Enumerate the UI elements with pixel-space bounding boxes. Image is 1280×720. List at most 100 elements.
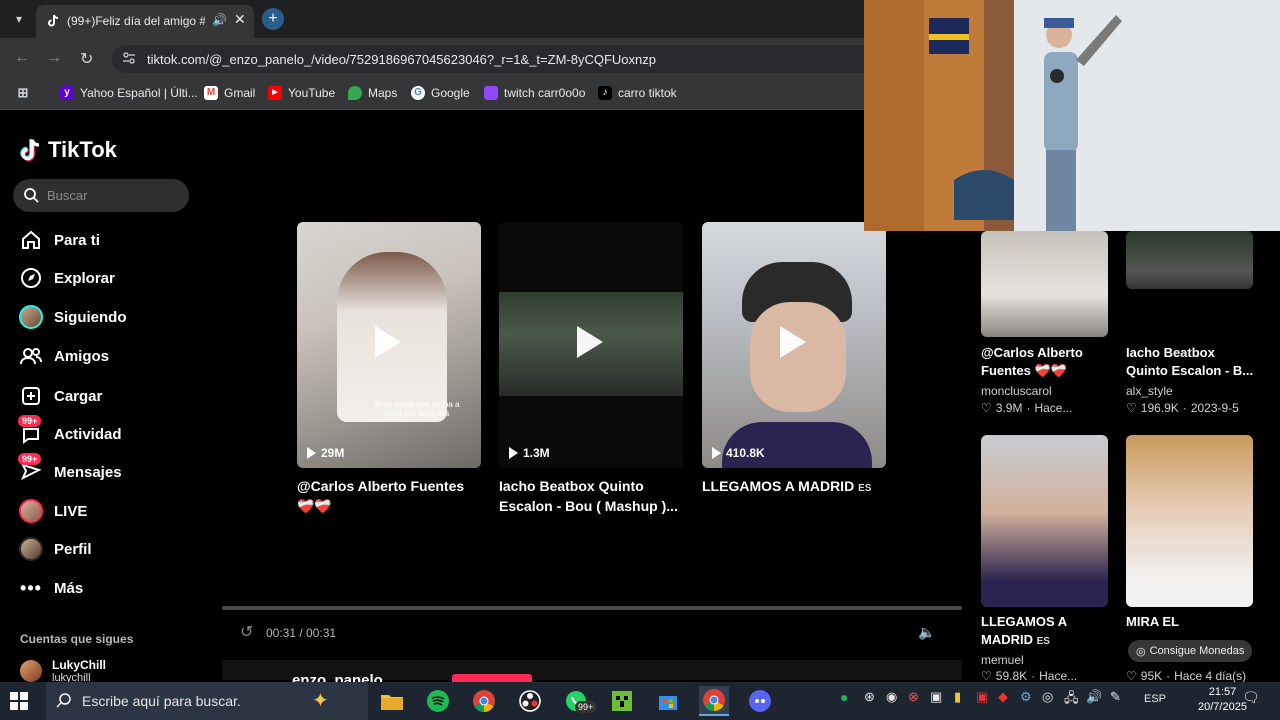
volume-icon[interactable]: 🔈 [918,624,935,641]
heart-icon: ♡ [981,669,992,683]
video-caption[interactable]: Iacho Beatbox Quinto Escalon - Bou ( Mas… [499,476,683,516]
pen-icon[interactable]: ✎ [1110,689,1121,705]
nav-live[interactable]: LIVE [18,497,198,525]
bookmark-gmail[interactable]: M Gmail [204,86,255,100]
play-icon[interactable] [375,326,401,358]
volume-tray-icon[interactable]: 🔊 [1086,689,1102,705]
discord-icon[interactable] [745,686,775,716]
bookmark-twitch[interactable]: twitch carr0o0o [484,86,585,100]
nav-cargar[interactable]: Cargar [18,382,198,410]
more-icon: ••• [20,577,42,598]
nav-mas[interactable]: ••• Más [18,574,198,602]
nav-explorar[interactable]: Explorar [18,264,198,292]
app-tray-icon[interactable]: ▣ [976,689,988,705]
close-tab-icon[interactable]: ✕ [234,11,246,28]
related-video-user[interactable]: moncluscarol [981,384,1052,398]
discord-tray-icon[interactable]: ◉ [886,689,897,705]
language-tag: ES [1036,636,1050,647]
obs-icon[interactable] [515,686,545,716]
related-video-title[interactable]: LLEGAMOS A MADRID ES [981,613,1101,651]
openai-tray-icon[interactable]: ⊛ [864,689,875,705]
bookmark-maps[interactable]: Maps [348,86,397,100]
taskbar-search-input[interactable]: Escribe aquí para buscar. ✦ [46,682,368,720]
app-tray-icon[interactable]: ⊗ [908,689,919,705]
related-video-title[interactable]: Iacho Beatbox Quinto Escalon - B... [1126,344,1256,380]
network-icon[interactable]: 🖧 [1064,689,1079,711]
maps-icon [348,86,362,100]
bookmark-carro-tiktok[interactable]: ♪ carro tiktok [598,86,677,100]
app-tray-icon[interactable]: ◎ [1042,689,1053,705]
url-text: tiktok.com/@_enzo_panelo_/video/75291869… [147,52,656,67]
apps-grid-icon[interactable]: ⊞ [16,86,30,100]
app-tray-icon[interactable]: ▮ [954,689,961,705]
notifications-icon[interactable]: 🗨 [1242,689,1260,706]
related-video-user[interactable]: memuel [981,653,1024,667]
nav-amigos[interactable]: Amigos [18,342,198,370]
tab-title: (99+)Feliz día del amigo #m [67,14,205,28]
spotify-tray-icon[interactable]: ● [840,689,848,705]
avatar [20,660,42,682]
nav-actividad[interactable]: 99+ Actividad [18,415,198,448]
play-icon[interactable] [577,326,603,358]
play-count-icon [509,447,518,459]
play-icon[interactable] [780,326,806,358]
video-card[interactable]: 1.3M [499,222,683,468]
nav-para-ti[interactable]: Para ti [18,226,198,254]
app-tray-icon[interactable]: ◆ [998,689,1008,705]
spotify-icon[interactable] [423,686,453,716]
reload-icon[interactable]: ↻ [80,49,93,69]
related-video-meta: ♡ 3.9M · Hace... [981,401,1073,415]
new-tab-button[interactable]: + [262,8,284,30]
replay-icon[interactable]: ↺ [240,622,253,642]
minecraft-icon[interactable] [607,686,637,716]
nav-perfil[interactable]: Perfil [18,535,198,563]
related-video-thumbnail[interactable] [981,231,1108,337]
file-explorer-icon[interactable] [377,686,407,716]
sparkle-icon[interactable]: ✦ [312,688,329,713]
related-video-thumbnail[interactable] [1126,435,1253,607]
speaker-icon[interactable]: 🔊 [212,13,227,27]
whatsapp-icon[interactable]: 99+ [561,686,597,716]
video-caption[interactable]: LLEGAMOS A MADRID ES [702,476,886,499]
address-bar[interactable]: tiktok.com/@_enzo_panelo_/video/75291869… [112,45,864,73]
view-count: 1.3M [509,446,550,460]
microsoft-store-icon[interactable] [653,686,683,716]
settings-tray-icon[interactable]: ⚙ [1020,689,1032,705]
get-coins-button[interactable]: ◎ Consigue Monedas [1128,640,1253,662]
nav-mensajes[interactable]: 99+ Mensajes [18,453,198,486]
related-video-thumbnail[interactable] [981,435,1108,607]
system-clock[interactable]: 21:57 20/7/2025 [1198,685,1247,715]
search-input[interactable]: Buscar [13,179,189,212]
video-card[interactable]: 410.8K [702,222,886,468]
language-indicator[interactable]: ESP [1144,693,1166,705]
video-card[interactable]: él no sabía que yo iba a venir por sorpr… [297,222,481,468]
bookmark-yahoo[interactable]: y Yahoo Español | Últi... [60,86,198,100]
related-video-thumbnail[interactable] [1126,231,1253,289]
bookmark-youtube[interactable]: ▶ YouTube [268,86,335,100]
bookmarks-bar: ⊞ y Yahoo Español | Últi... M Gmail ▶ YouTu… [0,78,864,110]
windows-start-icon[interactable] [10,692,28,710]
heart-icon: ♡ [1126,669,1137,683]
whatsapp-badge: 99+ [575,701,597,713]
back-arrow-icon[interactable]: ← [14,49,30,67]
tiktok-logo[interactable]: TikTok [20,136,117,164]
app-tray-icon[interactable]: ▣ [930,689,942,705]
active-tab[interactable]: (99+)Feliz día del amigo #m 🔊 ✕ [36,5,254,38]
related-video-title[interactable]: MIRA EL CONSEJITO DEL NUTRICIONIST... [1126,613,1256,633]
site-info-icon[interactable] [122,51,136,65]
following-avatar [18,304,44,330]
nav-siguiendo[interactable]: Siguiendo [18,303,198,331]
related-video-title[interactable]: @Carlos Alberto Fuentes ❤️‍🩹❤️‍🩹 [981,344,1111,380]
home-icon [18,227,44,253]
forward-arrow-icon[interactable]: → [46,49,62,67]
related-video-user[interactable]: alx_style [1126,384,1173,398]
chrome-icon[interactable] [469,686,499,716]
friends-icon [18,343,44,369]
chrome-active-icon[interactable] [699,686,729,716]
tab-search-button[interactable]: ▾ [8,8,30,30]
video-caption[interactable]: @Carlos Alberto Fuentes ❤️‍🩹❤️‍🩹 [297,476,481,516]
bookmark-google[interactable]: G Google [411,86,470,100]
video-progress-bar[interactable] [222,606,962,610]
author-row: enzo_panelo [222,660,962,689]
search-icon [56,693,71,708]
